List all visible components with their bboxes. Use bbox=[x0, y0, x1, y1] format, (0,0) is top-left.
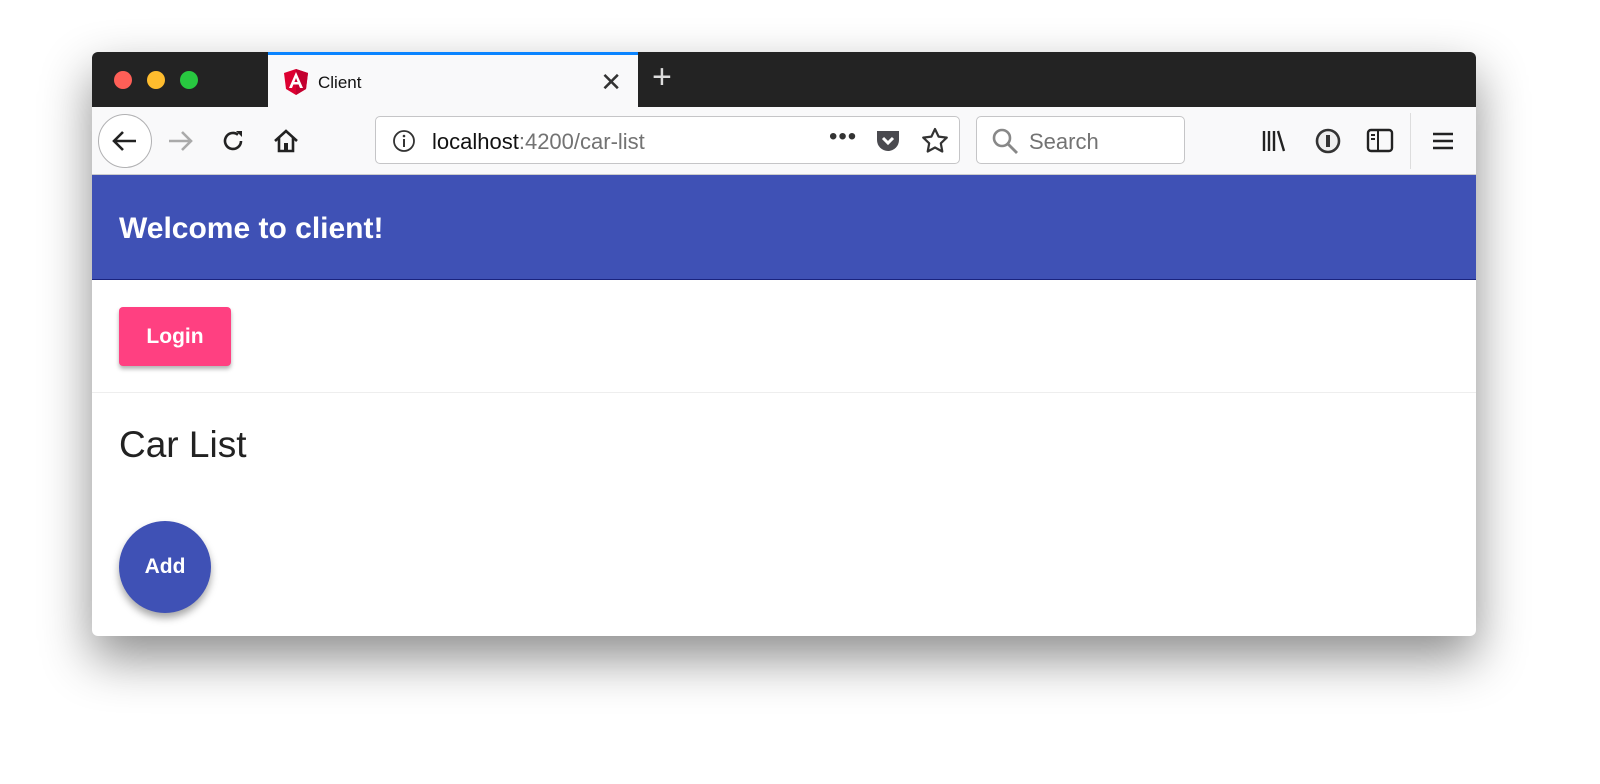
close-icon[interactable]: ✕ bbox=[600, 67, 622, 98]
zoom-window-button[interactable] bbox=[180, 71, 198, 89]
tab-bar: Client ✕ + bbox=[92, 52, 1476, 107]
app-title: Welcome to client! bbox=[119, 212, 384, 245]
star-icon[interactable] bbox=[921, 127, 949, 155]
browser-window: Client ✕ + localhost:4200/car-list ••• S… bbox=[92, 52, 1476, 636]
password-icon[interactable] bbox=[1314, 127, 1342, 155]
reload-icon[interactable] bbox=[220, 128, 246, 154]
search-box[interactable]: Search bbox=[976, 116, 1185, 164]
home-icon[interactable] bbox=[272, 127, 300, 155]
pocket-icon[interactable] bbox=[875, 128, 901, 154]
library-icon[interactable] bbox=[1260, 127, 1288, 155]
page-title: Car List bbox=[119, 424, 247, 465]
minimize-window-button[interactable] bbox=[147, 71, 165, 89]
plus-icon[interactable]: + bbox=[652, 58, 672, 97]
url-text: localhost:4200/car-list bbox=[432, 129, 645, 154]
search-placeholder: Search bbox=[1029, 129, 1099, 154]
toolbar-divider bbox=[1410, 113, 1411, 169]
close-window-button[interactable] bbox=[114, 71, 132, 89]
tab-title: Client bbox=[318, 73, 362, 92]
address-bar[interactable]: localhost:4200/car-list ••• bbox=[375, 116, 960, 164]
sidebar-icon[interactable] bbox=[1366, 128, 1394, 154]
tab-client[interactable]: Client ✕ bbox=[268, 52, 638, 107]
forward-icon[interactable] bbox=[166, 130, 194, 152]
angular-icon bbox=[284, 69, 308, 95]
more-icon[interactable]: ••• bbox=[829, 123, 857, 151]
login-section bbox=[92, 280, 1476, 393]
login-button[interactable]: Login bbox=[119, 307, 231, 366]
back-button[interactable] bbox=[98, 114, 152, 168]
nav-toolbar: localhost:4200/car-list ••• Search bbox=[92, 107, 1476, 175]
back-icon bbox=[112, 131, 136, 151]
menu-icon[interactable] bbox=[1432, 131, 1454, 151]
info-icon[interactable] bbox=[392, 129, 416, 153]
add-button[interactable]: Add bbox=[119, 521, 211, 613]
search-icon bbox=[992, 128, 1018, 154]
